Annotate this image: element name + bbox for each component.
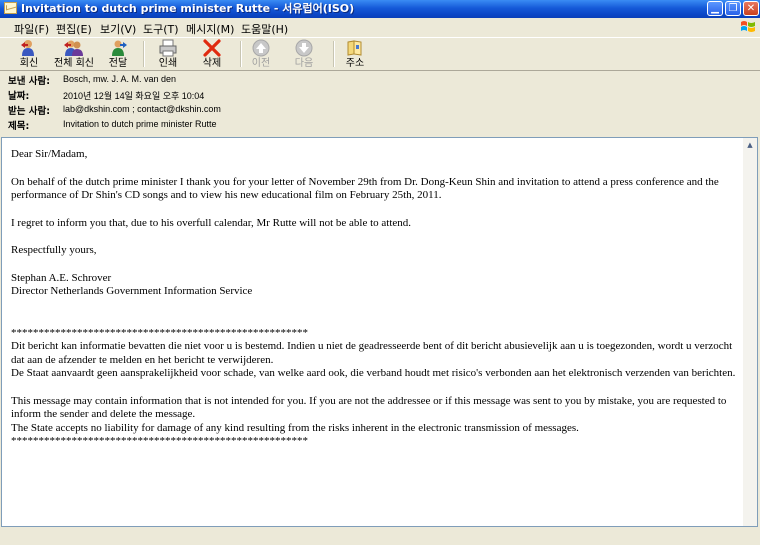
body-paragraph: On behalf of the dutch prime minister I … (11, 175, 722, 202)
from-value[interactable]: Bosch, mw. J. A. M. van den (63, 74, 176, 84)
down-arrow-icon (295, 39, 313, 57)
disclaimer-english: The State accepts no liability for damag… (11, 421, 579, 434)
printer-icon (159, 39, 177, 57)
addresses-button[interactable]: 주소 (340, 39, 370, 69)
print-button[interactable]: 인쇄 (153, 39, 183, 69)
windows-logo-icon (741, 21, 755, 32)
body-paragraph: I regret to inform you that, due to his … (11, 216, 412, 229)
disclaimer-english: This message may contain information tha… (11, 394, 730, 421)
signature-title: Director Netherlands Government Informat… (11, 285, 253, 297)
message-text: Dear Sir/Madam, On behalf of the dutch p… (11, 148, 736, 449)
minimize-button[interactable]: ▁ (707, 1, 723, 16)
maximize-button[interactable]: ❐ (725, 1, 741, 16)
to-value[interactable]: lab@dkshin.com ; contact@dkshin.com (63, 104, 221, 114)
disclaimer-dutch: Dit bericht kan informatie bevatten die … (11, 340, 735, 366)
message-body-pane[interactable]: Dear Sir/Madam, On behalf of the dutch p… (1, 137, 758, 527)
mail-envelope-icon (4, 2, 17, 14)
toolbar-separator (333, 41, 335, 67)
from-label: 보낸 사람: (8, 76, 51, 87)
from-row: 보낸 사람: Bosch, mw. J. A. M. van den (0, 72, 760, 87)
date-label: 날짜: (8, 91, 30, 102)
up-arrow-icon (252, 39, 270, 57)
disclaimer-separator: ****************************************… (11, 326, 308, 339)
message-header: 보낸 사람: Bosch, mw. J. A. M. van den 날짜: 2… (0, 71, 760, 135)
menu-message[interactable]: 메시지(M) (186, 21, 234, 37)
next-button[interactable]: 다음 (290, 39, 318, 69)
date-value: 2010년 12월 14일 화요일 오후 10:04 (63, 91, 205, 101)
reply-all-button[interactable]: 전체 회신 (52, 39, 96, 69)
forward-icon (112, 40, 127, 56)
reply-button[interactable]: 회신 (14, 39, 44, 69)
closing: Respectfully yours, (11, 244, 97, 256)
delete-button[interactable]: 삭제 (197, 39, 227, 69)
to-label: 받는 사람: (8, 106, 51, 117)
disclaimer-dutch: De Staat aanvaardt geen aansprakelijkhei… (11, 367, 736, 379)
close-button[interactable]: ✕ (743, 1, 759, 16)
menu-tools[interactable]: 도구(T) (143, 21, 179, 37)
toolbar: 회신 전체 회신 전달 인쇄 삭제 이전 다음 주소 (0, 38, 760, 71)
subject-row: 제목: Invitation to dutch prime minister R… (0, 117, 760, 132)
toolbar-separator (143, 41, 145, 67)
reply-icon (21, 40, 34, 56)
address-book-icon (347, 40, 362, 56)
subject-value: Invitation to dutch prime minister Rutte (63, 119, 217, 129)
greeting: Dear Sir/Madam, (11, 148, 88, 160)
menu-help[interactable]: 도움말(H) (241, 21, 288, 37)
menu-bar: 파일(F) 편집(E) 보기(V) 도구(T) 메시지(M) 도움말(H) (0, 18, 760, 38)
to-row: 받는 사람: lab@dkshin.com ; contact@dkshin.c… (0, 102, 760, 117)
disclaimer-separator: ****************************************… (11, 435, 308, 447)
status-bar (0, 528, 760, 545)
date-row: 날짜: 2010년 12월 14일 화요일 오후 10:04 (0, 87, 760, 102)
forward-button[interactable]: 전달 (104, 39, 132, 69)
signature-name: Stephan A.E. Schrover (11, 271, 112, 284)
delete-x-icon (203, 39, 221, 57)
previous-button[interactable]: 이전 (247, 39, 275, 69)
menu-edit[interactable]: 편집(E) (56, 21, 92, 37)
vertical-scrollbar[interactable]: ▲ (743, 138, 757, 526)
reply-all-icon (64, 40, 83, 56)
scroll-up-arrow-icon[interactable]: ▲ (743, 138, 757, 152)
menu-file[interactable]: 파일(F) (14, 21, 49, 37)
window-title: Invitation to dutch prime minister Rutte… (21, 2, 355, 15)
subject-label: 제목: (8, 121, 30, 132)
title-bar[interactable]: Invitation to dutch prime minister Rutte… (0, 0, 760, 18)
menu-view[interactable]: 보기(V) (100, 21, 136, 37)
toolbar-separator (240, 41, 242, 67)
